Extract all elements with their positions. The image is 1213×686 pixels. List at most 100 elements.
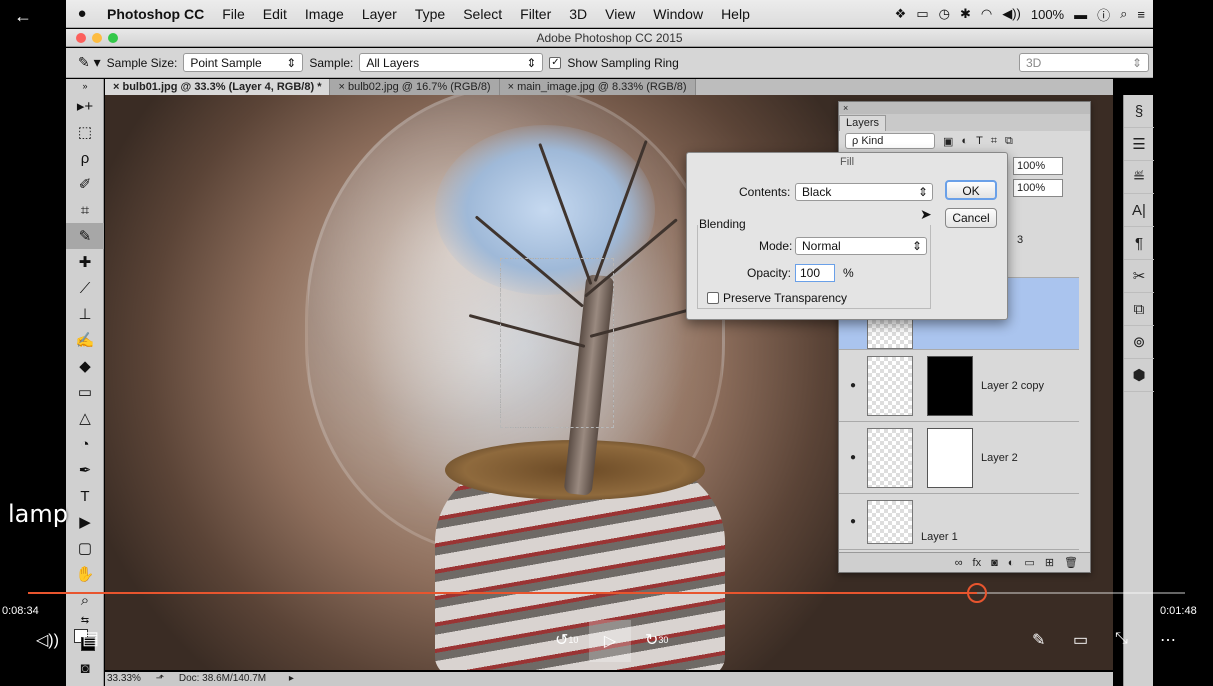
swap-colors-icon[interactable]: ⇆	[66, 613, 104, 627]
dropbox-icon[interactable]: ❖	[895, 6, 907, 22]
smart-object-filter-icon[interactable]: ⧉	[1005, 135, 1013, 148]
cancel-button[interactable]: Cancel	[945, 208, 997, 228]
more-options-icon[interactable]: ⋯	[1160, 630, 1176, 650]
tools-collapse-icon[interactable]: »	[66, 79, 104, 93]
menu-filter[interactable]: Filter	[511, 6, 560, 22]
tab-bulb01[interactable]: × bulb01.jpg @ 33.3% (Layer 4, RGB/8) *	[105, 79, 331, 95]
sample-size-select[interactable]: Point Sample ⇕	[183, 53, 304, 72]
path-select-tool-icon[interactable]: ▶	[66, 509, 104, 535]
visibility-eye-icon[interactable]: ●	[839, 452, 867, 463]
type-tool-icon[interactable]: T	[66, 483, 104, 509]
play-button[interactable]: ▷	[589, 620, 631, 662]
adjustments-panel-icon[interactable]: ☰	[1124, 128, 1154, 161]
panel-close-icon[interactable]: ×	[839, 102, 1090, 114]
layer-mask-thumbnail[interactable]	[927, 427, 973, 488]
layer-row[interactable]: ● Layer 2	[839, 422, 1079, 494]
menu-image[interactable]: Image	[296, 6, 353, 22]
notification-icon[interactable]: ≡	[1137, 7, 1145, 22]
hand-tool-icon[interactable]: ✋	[66, 561, 104, 587]
3d-panel-icon[interactable]: ⬢	[1124, 359, 1154, 392]
tab-layers[interactable]: Layers	[839, 115, 887, 131]
adjustment-layer-icon[interactable]: ◐	[1008, 557, 1015, 569]
menu-view[interactable]: View	[596, 6, 644, 22]
zoom-window-button[interactable]	[108, 33, 118, 43]
lasso-tool-icon[interactable]: ρ	[66, 145, 104, 171]
zoom-tool-icon[interactable]: ⌕	[66, 587, 104, 613]
new-layer-icon[interactable]: ⊞	[1045, 556, 1054, 569]
video-progress-handle[interactable]	[966, 583, 987, 603]
bluetooth-icon[interactable]: ✱	[960, 6, 971, 22]
menu-help[interactable]: Help	[712, 6, 759, 22]
menu-layer[interactable]: Layer	[353, 6, 406, 22]
eyedropper-preset-icon[interactable]: ✎ ▾	[78, 54, 101, 71]
layer-kind-filter[interactable]: ρ Kind	[845, 133, 935, 149]
pixel-filter-icon[interactable]: ▣	[943, 135, 953, 148]
eyedropper-tool-icon[interactable]: ✎	[66, 223, 104, 249]
blend-mode-select[interactable]: Normal ⇕	[795, 237, 927, 255]
time-machine-icon[interactable]: ◷	[939, 6, 950, 22]
channels-panel-icon[interactable]: ⊚	[1124, 326, 1154, 359]
layer-opacity-field[interactable]: 100%	[1013, 157, 1063, 175]
marquee-tool-icon[interactable]: ⬚	[66, 119, 104, 145]
battery-icon[interactable]: ▬	[1074, 7, 1087, 22]
move-tool-icon[interactable]: ▸+	[66, 93, 104, 119]
menu-window[interactable]: Window	[644, 6, 712, 22]
tab-bulb02[interactable]: × bulb02.jpg @ 16.7% (RGB/8)	[330, 79, 500, 95]
show-sampling-ring-checkbox[interactable]: ✓	[549, 56, 562, 69]
wifi-icon[interactable]: ◠	[981, 6, 992, 22]
clone-stamp-tool-icon[interactable]: ⊥	[66, 301, 104, 327]
ok-button[interactable]: OK	[945, 180, 997, 200]
contents-select[interactable]: Black ⇕	[795, 183, 933, 201]
menu-app[interactable]: Photoshop CC	[98, 6, 213, 22]
layer-style-icon[interactable]: fx	[973, 557, 982, 569]
adjustment-filter-icon[interactable]: ◐	[961, 135, 968, 147]
crop-tool-icon[interactable]: ⌗	[66, 197, 104, 223]
miniplayer-icon[interactable]: ▭	[1073, 630, 1088, 650]
layer-fill-field[interactable]: 100%	[1013, 179, 1063, 197]
skip-back-button[interactable]: ↺ 10	[555, 630, 578, 650]
selection-marquee[interactable]	[500, 258, 614, 428]
brush-tool-icon[interactable]: ⟋	[66, 275, 104, 301]
pen-tool-icon[interactable]: ✒	[66, 457, 104, 483]
delete-layer-icon[interactable]: 🗑	[1064, 556, 1078, 569]
history-brush-tool-icon[interactable]: ✍	[66, 327, 104, 353]
airplay-icon[interactable]: ▭	[916, 6, 928, 22]
healing-brush-tool-icon[interactable]: ✚	[66, 249, 104, 275]
menu-type[interactable]: Type	[406, 6, 454, 22]
menu-3d[interactable]: 3D	[560, 6, 596, 22]
exit-fullscreen-icon[interactable]: ⤡	[1115, 630, 1128, 648]
minimize-window-button[interactable]	[92, 33, 102, 43]
history-panel-icon[interactable]: §	[1124, 95, 1154, 128]
dodge-tool-icon[interactable]: ◔	[66, 431, 104, 457]
opacity-input[interactable]: 100	[795, 264, 835, 282]
layer-mask-thumbnail[interactable]	[927, 355, 973, 416]
video-progress-bar[interactable]	[28, 583, 1185, 603]
layer-row[interactable]: ● Layer 2 copy	[839, 350, 1079, 422]
brush-panel-icon[interactable]: ≝	[1124, 161, 1154, 194]
new-group-icon[interactable]: ▭	[1024, 556, 1034, 569]
spotlight-icon[interactable]: ⌕	[1120, 6, 1127, 22]
captions-icon[interactable]: ▤	[82, 628, 99, 649]
clone-source-icon[interactable]: ⧉	[1124, 293, 1154, 326]
visibility-eye-icon[interactable]: ●	[839, 380, 867, 391]
apple-icon[interactable]: ●	[66, 5, 98, 22]
visibility-eye-icon[interactable]: ●	[839, 516, 867, 527]
menu-file[interactable]: File	[213, 6, 254, 22]
link-layers-icon[interactable]: ∞	[955, 557, 963, 569]
volume-icon[interactable]: ◁))	[36, 630, 59, 650]
gradient-tool-icon[interactable]: ▭	[66, 379, 104, 405]
back-arrow-icon[interactable]: ←	[14, 6, 32, 27]
preserve-transparency-checkbox[interactable]	[707, 292, 719, 304]
character-panel-icon[interactable]: A|	[1124, 194, 1154, 227]
screen-mode-icon[interactable]: ▣	[66, 681, 104, 686]
menu-select[interactable]: Select	[454, 6, 511, 22]
workspace-select[interactable]: 3D ⇕	[1019, 53, 1149, 72]
layer-row[interactable]: ● Layer 1	[839, 494, 1079, 550]
close-window-button[interactable]	[76, 33, 86, 43]
volume-icon[interactable]: ◀))	[1002, 6, 1021, 22]
user-icon[interactable]: ⓘ	[1097, 5, 1110, 24]
menu-edit[interactable]: Edit	[254, 6, 296, 22]
quick-mask-icon[interactable]: ◙	[66, 655, 104, 681]
type-filter-icon[interactable]: T	[976, 135, 983, 147]
tab-main-image[interactable]: × main_image.jpg @ 8.33% (RGB/8)	[499, 79, 696, 95]
